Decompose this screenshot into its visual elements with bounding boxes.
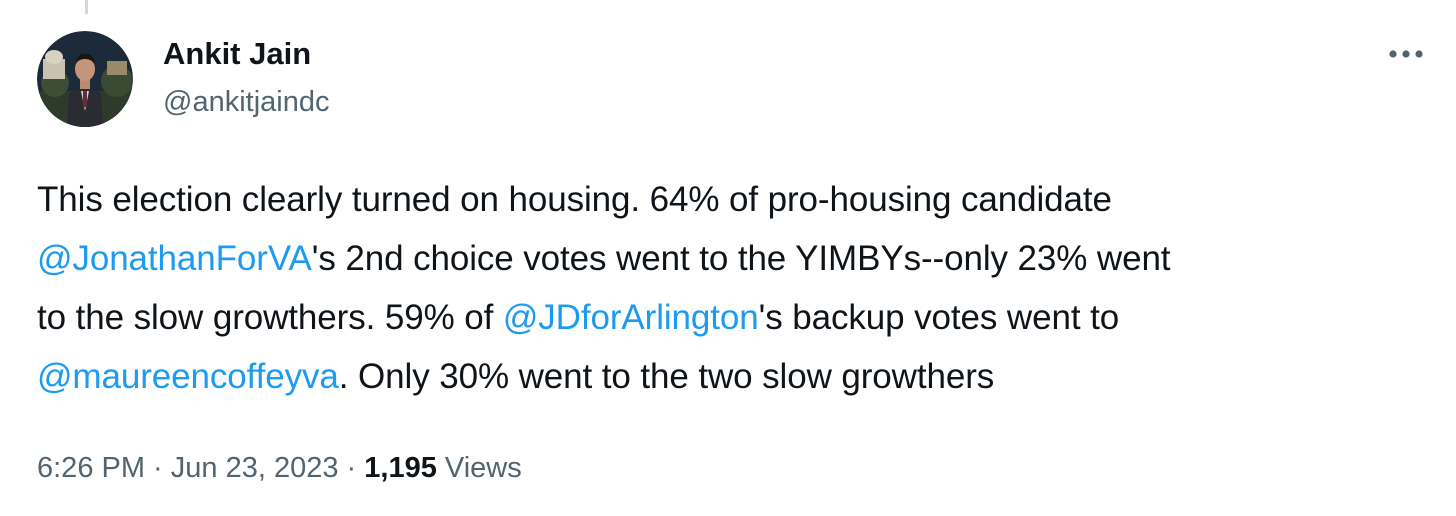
mention-link[interactable]: @JonathanForVA	[37, 239, 312, 278]
tweet-line: This election clearly turned on housing.…	[37, 170, 1437, 229]
avatar[interactable]	[37, 31, 133, 127]
tweet-card: Ankit Jain @ankitjaindc This election cl…	[0, 0, 1456, 516]
separator-dot: ·	[338, 452, 365, 484]
more-horizontal-icon	[1389, 50, 1423, 58]
tweet-line: @maureencoffeyva. Only 30% went to the t…	[37, 347, 1437, 406]
mention-link[interactable]: @maureencoffeyva	[37, 357, 339, 396]
author-handle[interactable]: @ankitjaindc	[163, 82, 329, 122]
tweet-line: to the slow growthers. 59% of @JDforArli…	[37, 288, 1437, 347]
tweet-line: @JonathanForVA's 2nd choice votes went t…	[37, 229, 1437, 288]
tweet-time[interactable]: 6:26 PM	[37, 452, 145, 484]
author-display-name[interactable]: Ankit Jain	[163, 34, 329, 74]
tweet-date[interactable]: Jun 23, 2023	[171, 452, 339, 484]
tweet-text-segment: 's backup votes went to	[758, 298, 1120, 337]
more-options-button[interactable]	[1384, 38, 1428, 70]
views-count: 1,195	[364, 452, 437, 484]
tweet-text-segment: This election clearly turned on housing.…	[37, 180, 1112, 219]
tweet-text-segment: 's 2nd choice votes went to the YIMBYs--…	[311, 239, 1171, 278]
tweet-metadata: 6:26 PM · Jun 23, 2023 · 1,195 Views	[37, 448, 522, 488]
tweet-text-segment: . Only 30% went to the two slow growther…	[338, 357, 995, 396]
author-block: Ankit Jain @ankitjaindc	[163, 34, 329, 122]
views-label: Views	[436, 452, 522, 484]
tweet-text: This election clearly turned on housing.…	[37, 170, 1437, 406]
separator-dot: ·	[145, 452, 171, 484]
mention-link[interactable]: @JDforArlington	[503, 298, 759, 337]
tweet-text-segment: to the slow growthers. 59% of	[37, 298, 503, 337]
thread-connector-line	[85, 0, 88, 14]
